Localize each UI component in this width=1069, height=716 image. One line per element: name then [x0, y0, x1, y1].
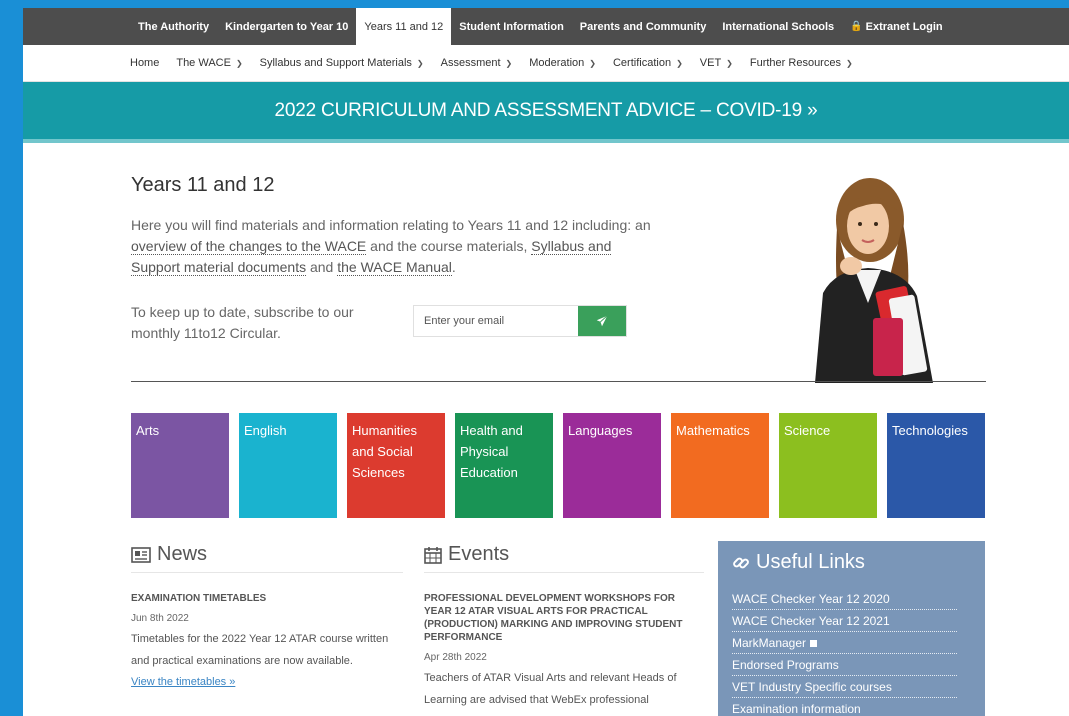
event-item-text: Teachers of ATAR Visual Arts and relevan… — [424, 672, 677, 706]
subnav-home[interactable]: Home — [130, 57, 159, 69]
wace-changes-link[interactable]: overview of the changes to the WACE — [131, 238, 367, 255]
top-navigation: The Authority Kindergarten to Year 10 Ye… — [23, 8, 1069, 45]
student-photo — [815, 178, 933, 383]
wace-manual-link[interactable]: the WACE Manual — [337, 259, 452, 276]
subnav-syllabus-label: Syllabus and Support Materials — [259, 57, 412, 69]
link-icon — [733, 557, 749, 568]
extranet-login-label: Extranet Login — [865, 20, 943, 33]
subnav-vet-label: VET — [699, 57, 722, 69]
subject-tile-english[interactable]: English — [239, 413, 337, 518]
subnav-further-resources[interactable]: Further Resources ❯ — [750, 57, 853, 69]
intro-text-part: . — [451, 259, 456, 275]
paper-plane-icon — [596, 315, 608, 327]
topnav-extranet-login[interactable]: 🔒 Extranet Login — [842, 8, 950, 45]
event-item-title[interactable]: PROFESSIONAL DEVELOPMENT WORKSHOPS FOR Y… — [424, 592, 704, 644]
subnav-wace-label: The WACE — [176, 57, 231, 69]
subscribe-form — [413, 305, 627, 337]
subnav-assessment-label: Assessment — [440, 57, 501, 69]
subnav-certification-label: Certification — [612, 57, 672, 69]
subnav-syllabus[interactable]: Syllabus and Support Materials ❯ — [260, 57, 424, 69]
subscribe-text: To keep up to date, subscribe to our mon… — [131, 304, 354, 341]
markmanager-label: MarkManager — [732, 636, 807, 650]
topnav-student-information[interactable]: Student Information — [451, 8, 572, 45]
events-header: Events — [424, 543, 704, 573]
subnav-home-label: Home — [130, 57, 160, 69]
intro-text-part: Here you will find materials and informa… — [131, 217, 651, 233]
newspaper-icon — [131, 546, 151, 563]
lock-icon: 🔒 — [850, 21, 863, 32]
link-vet-industry-courses[interactable]: VET Industry Specific courses — [732, 676, 957, 698]
subnav-moderation-label: Moderation — [529, 57, 585, 69]
section-divider — [131, 381, 986, 382]
news-header: News — [131, 543, 403, 573]
useful-links-heading: Useful Links — [756, 551, 865, 573]
link-examination-information[interactable]: Examination information — [732, 698, 957, 716]
subject-tile-arts[interactable]: Arts — [131, 413, 229, 518]
chevron-down-icon: ❯ — [416, 58, 424, 68]
useful-links-panel: Useful Links WACE Checker Year 12 2020 W… — [718, 541, 985, 716]
page-title: Years 11 and 12 — [131, 174, 275, 196]
news-item-text: Timetables for the 2022 Year 12 ATAR cou… — [131, 633, 389, 667]
news-item-date: Jun 8th 2022 — [131, 613, 189, 624]
topnav-authority[interactable]: The Authority — [130, 8, 217, 45]
link-endorsed-programs[interactable]: Endorsed Programs — [732, 654, 957, 676]
link-wace-checker-2021[interactable]: WACE Checker Year 12 2021 — [732, 610, 957, 632]
banner-text: 2022 CURRICULUM AND ASSESSMENT ADVICE – … — [274, 99, 818, 121]
events-title: Events — [424, 543, 704, 566]
subnav-moderation[interactable]: Moderation ❯ — [529, 57, 596, 69]
topnav-parents-community[interactable]: Parents and Community — [572, 8, 715, 45]
subnav-vet[interactable]: VET ❯ — [700, 57, 733, 69]
sub-navigation: Home The WACE ❯ Syllabus and Support Mate… — [23, 45, 1069, 82]
subnav-wace[interactable]: The WACE ❯ — [176, 57, 242, 69]
covid-advice-banner[interactable]: 2022 CURRICULUM AND ASSESSMENT ADVICE – … — [23, 82, 1069, 143]
news-item-title[interactable]: EXAMINATION TIMETABLES — [131, 592, 403, 605]
news-column: News EXAMINATION TIMETABLES Jun 8th 2022… — [131, 543, 403, 690]
event-item-date: Apr 28th 2022 — [424, 652, 487, 663]
subnav-assessment[interactable]: Assessment ❯ — [441, 57, 513, 69]
subject-tile-technologies[interactable]: Technologies — [887, 413, 985, 518]
chevron-down-icon: ❯ — [845, 58, 853, 68]
intro-text-part: and — [306, 259, 338, 275]
subscribe-button[interactable] — [578, 306, 626, 336]
chevron-down-icon: ❯ — [505, 58, 513, 68]
subject-tile-mathematics[interactable]: Mathematics — [671, 413, 769, 518]
news-heading: News — [157, 543, 208, 565]
chevron-down-icon: ❯ — [589, 58, 596, 68]
intro-section: Years 11 and 12 Here you will find mater… — [131, 174, 651, 278]
events-heading: Events — [448, 543, 510, 565]
chevron-down-icon: ❯ — [676, 58, 683, 68]
view-timetables-link[interactable]: View the timetables » — [131, 676, 235, 688]
external-link-icon — [810, 640, 818, 648]
chevron-down-icon: ❯ — [726, 58, 733, 68]
calendar-icon — [424, 546, 442, 564]
subnav-certification[interactable]: Certification ❯ — [613, 57, 683, 69]
topnav-k-10[interactable]: Kindergarten to Year 10 — [217, 8, 356, 45]
link-markmanager[interactable]: MarkManager — [732, 632, 957, 654]
subject-tiles: Arts English Humanities and Social Scien… — [131, 413, 985, 518]
useful-links-title: Useful Links — [732, 551, 971, 574]
subject-tile-humanities[interactable]: Humanities and Social Sciences — [347, 413, 445, 518]
news-title: News — [131, 543, 403, 566]
chevron-down-icon: ❯ — [235, 58, 243, 68]
page-frame: The Authority Kindergarten to Year 10 Ye… — [23, 8, 1069, 716]
topnav-years-11-12[interactable]: Years 11 and 12 — [356, 8, 452, 45]
subject-tile-science[interactable]: Science — [779, 413, 877, 518]
link-wace-checker-2020[interactable]: WACE Checker Year 12 2020 — [732, 588, 957, 610]
subject-tile-health-pe[interactable]: Health and Physical Education — [455, 413, 553, 518]
topnav-international-schools[interactable]: International Schools — [714, 8, 842, 45]
intro-text-part: and the course materials, — [366, 238, 532, 254]
subnav-further-resources-label: Further Resources — [749, 57, 841, 69]
intro-text: Here you will find materials and informa… — [131, 215, 651, 278]
subject-tile-languages[interactable]: Languages — [563, 413, 661, 518]
events-column: Events PROFESSIONAL DEVELOPMENT WORKSHOP… — [424, 543, 704, 716]
email-input[interactable] — [414, 306, 578, 336]
